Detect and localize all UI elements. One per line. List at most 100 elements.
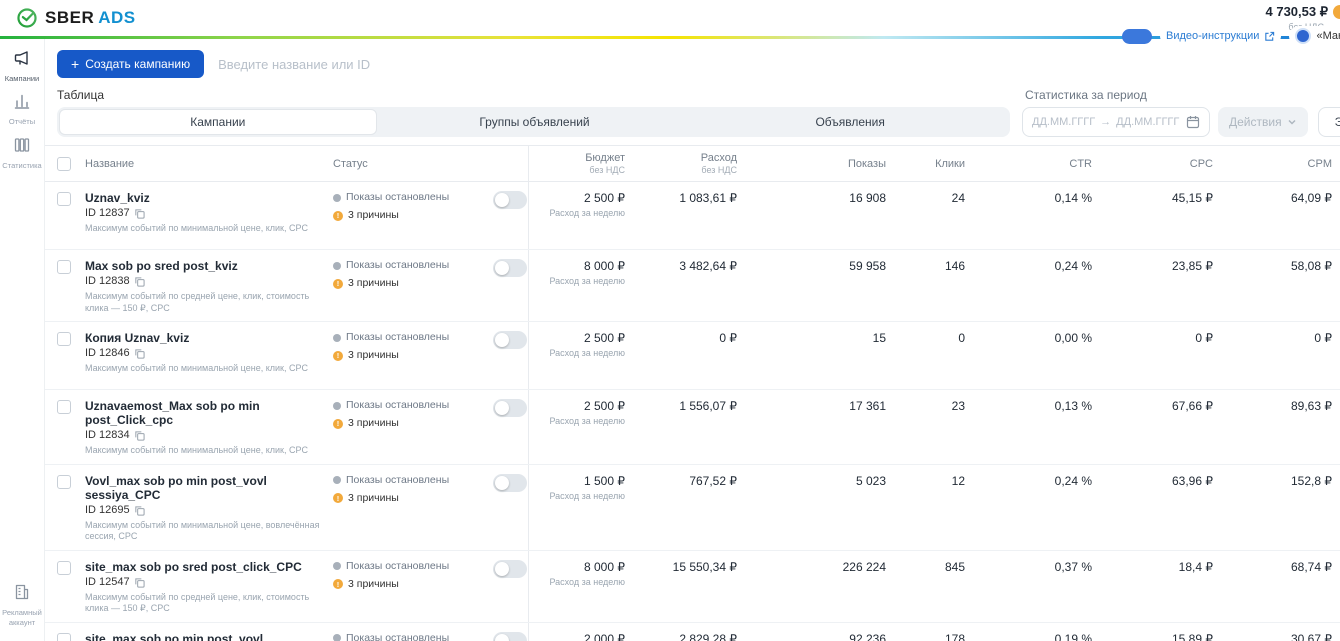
copy-icon[interactable] <box>134 505 145 516</box>
budget-value: 2 500 ₽ <box>584 399 625 413</box>
sidebar-item-account[interactable]: Рекламный аккаунт <box>0 583 44 627</box>
tab-ads[interactable]: Объявления <box>692 109 1008 135</box>
campaign-id: ID 12695 <box>85 503 130 516</box>
budget-note: Расход за неделю <box>549 348 625 358</box>
row-checkbox[interactable] <box>57 192 71 206</box>
campaign-name[interactable]: site_max sob po sred post_click_CPC <box>85 560 325 574</box>
ctr-value: 0,37 % <box>1054 559 1092 574</box>
campaign-name[interactable]: Копия Uznav_kviz <box>85 331 325 345</box>
copy-icon[interactable] <box>134 430 145 441</box>
campaign-name[interactable]: site_max sob po min post_vovl sessiya_CP… <box>85 632 325 641</box>
table-row: site_max sob po min post_vovl sessiya_CP… <box>45 622 1340 641</box>
campaign-toggle[interactable] <box>493 631 527 641</box>
copy-icon[interactable] <box>134 577 145 588</box>
impressions-value: 5 023 <box>855 473 886 488</box>
controls-row: Кампании Группы объявлений Объявления ДД… <box>57 107 1340 137</box>
search-input[interactable] <box>218 56 839 72</box>
column-header-status: Статус <box>333 157 368 170</box>
spend-value: 767,52 ₽ <box>689 473 737 488</box>
status-reasons[interactable]: 3 причины <box>348 349 399 362</box>
date-from[interactable]: ДД.ММ.ГГГГ <box>1032 116 1095 128</box>
row-checkbox[interactable] <box>57 400 71 414</box>
date-to[interactable]: ДД.ММ.ГГГГ <box>1116 116 1179 128</box>
export-button[interactable]: Экспорт <box>1317 107 1340 137</box>
copy-icon[interactable] <box>134 208 145 219</box>
tab-campaigns[interactable]: Кампании <box>59 109 377 135</box>
actions-button[interactable]: Действия <box>1218 107 1308 137</box>
calendar-icon[interactable] <box>1186 115 1200 129</box>
clicks-value: 178 <box>944 631 965 641</box>
campaigns-icon <box>13 51 31 71</box>
campaign-name[interactable]: Vovl_max sob po min post_vovl sessiya_CP… <box>85 474 325 502</box>
status-reasons[interactable]: 3 причины <box>348 417 399 430</box>
copy-icon[interactable] <box>134 348 145 359</box>
campaign-name[interactable]: Uznav_kviz <box>85 191 325 205</box>
copy-icon[interactable] <box>134 276 145 287</box>
impressions-value: 226 224 <box>842 559 886 574</box>
column-header-clicks: Клики <box>935 157 965 170</box>
period-label: Статистика за период <box>1025 88 1147 102</box>
date-range-input[interactable]: ДД.ММ.ГГГГ → ДД.ММ.ГГГГ <box>1022 107 1210 137</box>
ctr-value: 0,24 % <box>1054 473 1092 488</box>
entity-tabs: Кампании Группы объявлений Объявления <box>57 107 1010 137</box>
status-reasons[interactable]: 3 причины <box>348 277 399 290</box>
table-row: Vovl_max sob po min post_vovl sessiya_CP… <box>45 464 1340 551</box>
select-all-checkbox[interactable] <box>57 157 71 171</box>
campaign-toggle[interactable] <box>493 259 527 277</box>
budget-value: 2 500 ₽ <box>584 331 625 345</box>
row-checkbox[interactable] <box>57 632 71 641</box>
create-campaign-button[interactable]: + Создать кампанию <box>57 50 205 78</box>
campaign-toggle[interactable] <box>493 191 527 209</box>
column-header-spend: Расход без НДС <box>700 152 737 175</box>
video-instructions-link[interactable]: Видео-инструкции <box>1160 28 1282 44</box>
tab-ad-groups[interactable]: Группы объявлений <box>377 109 693 135</box>
budget-note: Расход за неделю <box>549 490 625 501</box>
clicks-value: 12 <box>951 473 965 488</box>
column-header-budget: Бюджет без НДС <box>528 146 628 181</box>
page-title: Таблица <box>57 88 105 102</box>
campaign-name[interactable]: Max sob po sred post_kviz <box>85 259 325 273</box>
sidebar-item-statistics[interactable]: Статистика <box>0 136 44 170</box>
cpc-value: 63,96 ₽ <box>1172 473 1213 488</box>
clicks-value: 146 <box>944 259 965 273</box>
status-dot-icon <box>333 333 341 342</box>
campaign-name[interactable]: Uznavaemost_Max sob po min post_Click_cp… <box>85 399 325 427</box>
status-dot-icon <box>333 193 341 202</box>
status-reasons[interactable]: 3 причины <box>348 209 399 222</box>
campaign-toggle[interactable] <box>493 473 527 492</box>
column-header-name: Название <box>85 157 135 170</box>
sber-logo-icon <box>16 7 38 29</box>
campaign-toggle[interactable] <box>493 559 527 578</box>
table-body: Uznav_kviz ID 12837 Максимум событий по … <box>45 182 1340 641</box>
campaign-toggle[interactable] <box>493 399 527 417</box>
row-checkbox[interactable] <box>57 474 71 489</box>
status-text: Показы остановлены <box>346 259 450 271</box>
status-text: Показы остановлены <box>346 631 450 641</box>
warning-icon: ! <box>333 418 343 429</box>
row-checkbox[interactable] <box>57 560 71 575</box>
campaign-description: Максимум событий по минимальной цене, во… <box>85 519 320 542</box>
status-text: Показы остановлены <box>346 191 450 203</box>
row-checkbox[interactable] <box>57 332 71 346</box>
sidebar-item-reports[interactable]: Отчёты <box>0 92 44 126</box>
profile-menu[interactable]: «Максимум <box>1289 26 1340 46</box>
sidebar-item-campaigns[interactable]: Кампании <box>0 49 44 83</box>
cpc-value: 0 ₽ <box>1195 331 1213 345</box>
create-campaign-label: Создать кампанию <box>85 57 191 71</box>
status-reasons[interactable]: 3 причины <box>348 578 399 591</box>
clicks-value: 23 <box>951 399 965 413</box>
impressions-value: 59 958 <box>849 259 886 273</box>
ctr-value: 0,19 % <box>1054 631 1092 641</box>
header-chips: Видео-инструкции «Максимум <box>1122 26 1340 46</box>
status-reasons[interactable]: 3 причины <box>348 492 399 505</box>
table-row: Uznavaemost_Max sob po min post_Click_cp… <box>45 390 1340 465</box>
row-checkbox[interactable] <box>57 260 71 274</box>
budget-value: 2 000 ₽ <box>584 631 625 641</box>
brand-logo[interactable]: SBER ADS <box>16 7 136 29</box>
spend-value: 15 550,34 ₽ <box>672 559 737 574</box>
budget-value: 8 000 ₽ <box>584 559 625 574</box>
budget-note: Расход за неделю <box>549 276 625 286</box>
campaign-toggle[interactable] <box>493 331 527 349</box>
warning-icon: ! <box>333 278 343 289</box>
cpc-value: 18,4 ₽ <box>1178 559 1213 574</box>
